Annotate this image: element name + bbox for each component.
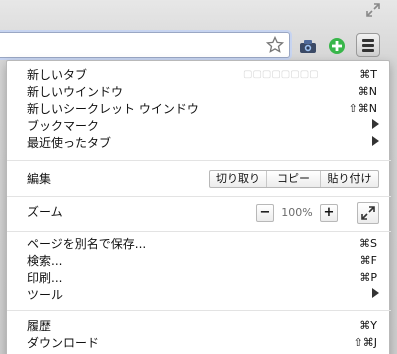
menu-item-new-window[interactable]: 新しいウインドウ ⌘N: [7, 84, 391, 100]
browser-menu-button[interactable]: [356, 33, 380, 57]
menu-item-downloads[interactable]: ダウンロード ⇧⌘J: [7, 335, 391, 351]
menu-item-shortcut: ⌘Y: [359, 319, 377, 332]
menu-item-shortcut: ⌘N: [357, 85, 377, 98]
hamburger-icon: [362, 39, 374, 42]
menu-item-label: 履歴: [27, 319, 52, 333]
menu-item-label: 新しいウインドウ: [27, 85, 124, 99]
menu-item-tools[interactable]: ツール: [7, 287, 391, 303]
menu-item-shortcut: ⌘S: [359, 237, 377, 250]
menu-item-print[interactable]: 印刷... ⌘P: [7, 270, 391, 286]
submenu-arrow-icon: [372, 288, 379, 298]
menu-item-shortcut: ⌘T: [359, 68, 377, 81]
menu-item-find[interactable]: 検索... ⌘F: [7, 253, 391, 269]
menu-item-edit: 編集 切り取り コピー 貼り付け: [7, 170, 391, 188]
menu-item-label: ブックマーク: [27, 119, 100, 133]
menu-separator: [7, 231, 391, 232]
menu-item-label: 検索...: [27, 254, 63, 268]
menu-item-bookmarks[interactable]: ブックマーク: [7, 118, 391, 134]
zoom-in-button[interactable]: +: [320, 204, 338, 222]
menu-item-shortcut: ⌘P: [359, 271, 377, 284]
menu-item-shortcut: ⇧⌘N: [348, 102, 377, 115]
edit-button-group: 切り取り コピー 貼り付け: [209, 170, 379, 188]
browser-window: ▢▢▢▢▢▢▢▢ 新しいタブ ⌘T 新しいウインドウ ⌘N 新しいシークレット …: [0, 0, 397, 354]
menu-item-history[interactable]: 履歴 ⌘Y: [7, 318, 391, 334]
cut-button[interactable]: 切り取り: [210, 171, 266, 187]
menu-item-label: 新しいシークレット ウインドウ: [27, 102, 199, 116]
fullscreen-icon: [361, 206, 375, 220]
menu-item-shortcut: ⇧⌘J: [353, 336, 377, 349]
plus-extension-icon[interactable]: [327, 36, 347, 56]
menu-separator: [7, 196, 391, 197]
fullscreen-button[interactable]: [357, 202, 379, 224]
menu-item-label: 印刷...: [27, 271, 63, 285]
menu-item-new-tab[interactable]: 新しいタブ ⌘T: [7, 67, 391, 83]
menu-item-recent-tabs[interactable]: 最近使ったタブ: [7, 135, 391, 151]
star-icon[interactable]: [265, 35, 285, 55]
menu-item-label: ツール: [27, 288, 64, 302]
menu-item-save-page-as[interactable]: ページを別名で保存... ⌘S: [7, 236, 391, 252]
zoom-out-button[interactable]: −: [256, 204, 274, 222]
camera-extension-icon[interactable]: [298, 36, 318, 56]
hamburger-icon: [362, 44, 374, 47]
menu-separator: [7, 310, 391, 311]
browser-menu: ▢▢▢▢▢▢▢▢ 新しいタブ ⌘T 新しいウインドウ ⌘N 新しいシークレット …: [6, 60, 391, 354]
menu-separator: [7, 160, 391, 161]
menu-item-label: 最近使ったタブ: [27, 136, 112, 150]
fullscreen-icon[interactable]: [365, 2, 381, 18]
paste-button[interactable]: 貼り付け: [320, 171, 378, 187]
menu-item-shortcut: ⌘F: [359, 254, 377, 267]
zoom-level: 100%: [281, 206, 313, 219]
submenu-arrow-icon: [372, 119, 379, 129]
menu-item-label: 新しいタブ: [27, 68, 88, 82]
menu-item-label: ダウンロード: [27, 336, 100, 350]
address-bar[interactable]: [0, 32, 290, 58]
menu-item-label: ページを別名で保存...: [27, 237, 147, 251]
submenu-arrow-icon: [372, 136, 379, 146]
menu-item-new-incognito-window[interactable]: 新しいシークレット ウインドウ ⇧⌘N: [7, 101, 391, 117]
hamburger-icon: [362, 49, 374, 52]
copy-button[interactable]: コピー: [266, 171, 320, 187]
menu-item-label: ズーム: [27, 205, 63, 219]
menu-item-zoom: ズーム − 100% +: [7, 202, 391, 224]
menu-item-label: 編集: [27, 172, 52, 186]
browser-toolbar: [0, 30, 397, 62]
